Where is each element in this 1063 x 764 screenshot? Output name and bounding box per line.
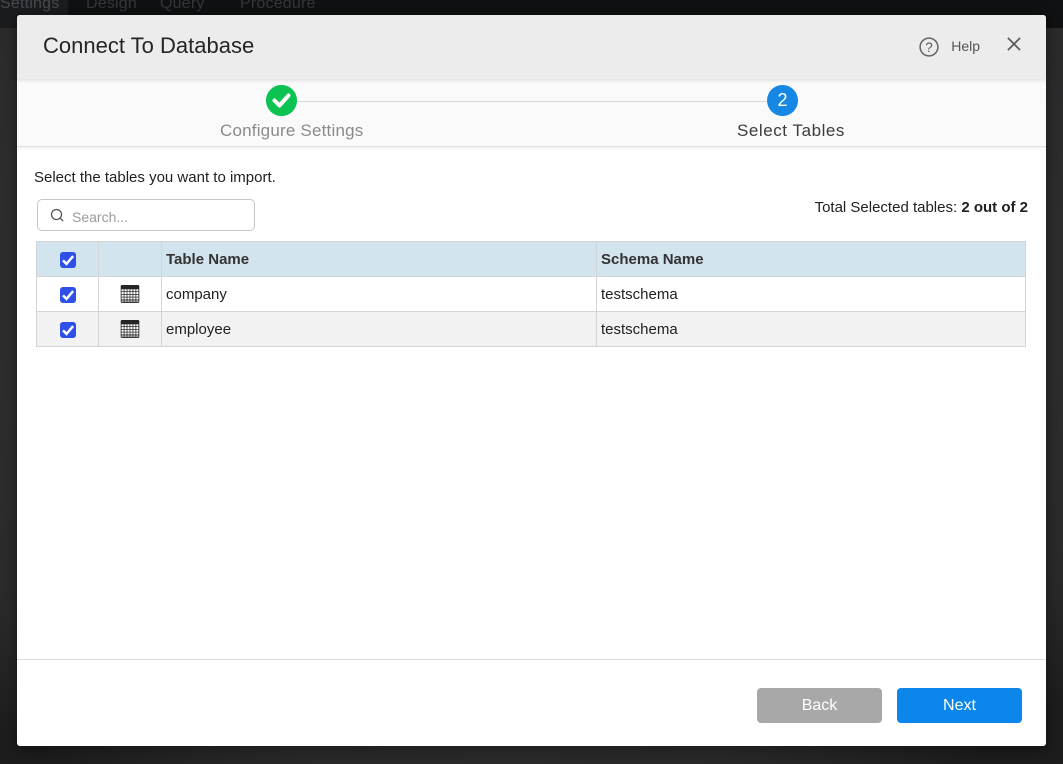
svg-text:?: ? (925, 40, 933, 55)
